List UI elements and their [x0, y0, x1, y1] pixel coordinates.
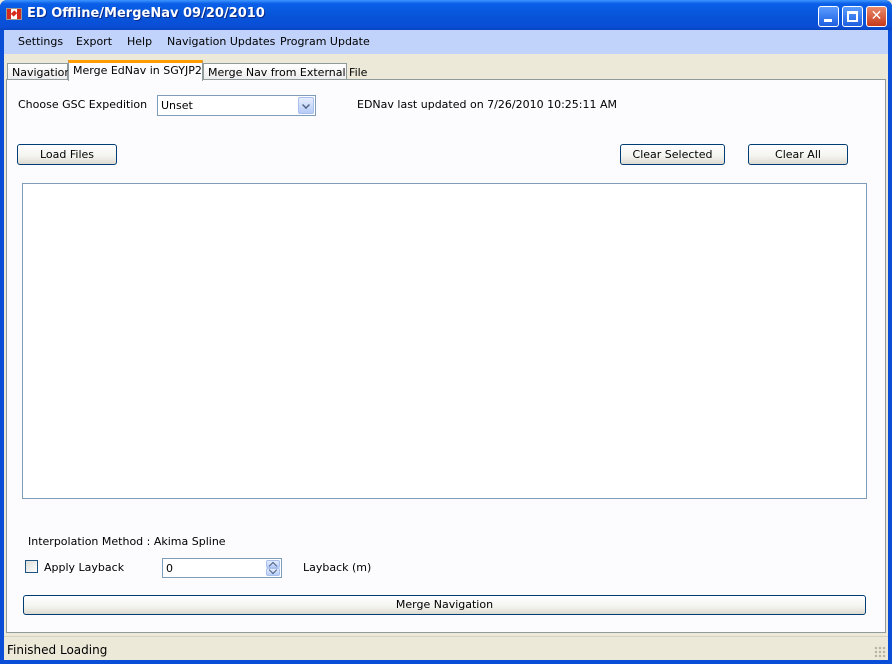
- maximize-button[interactable]: [842, 6, 863, 27]
- status-text: Finished Loading: [7, 643, 108, 657]
- client-area: Settings Export Help Navigation Updates …: [4, 30, 888, 660]
- title-bar[interactable]: ED Offline/MergeNav 09/20/2010 ✕: [0, 0, 892, 30]
- chevron-down-icon: [302, 101, 310, 109]
- load-files-button[interactable]: Load Files: [17, 144, 117, 165]
- app-window: ED Offline/MergeNav 09/20/2010 ✕ Setting…: [0, 0, 892, 664]
- ednav-updated-text: EDNav last updated on 7/26/2010 10:25:11…: [357, 98, 617, 111]
- tab-merge-external[interactable]: Merge Nav from External File: [203, 63, 367, 80]
- layback-input[interactable]: 0: [162, 558, 282, 578]
- menu-export[interactable]: Export: [76, 35, 112, 48]
- expedition-select-value: Unset: [161, 99, 193, 112]
- minimize-button[interactable]: [818, 6, 839, 27]
- apply-layback-label[interactable]: Apply Layback: [44, 561, 124, 574]
- status-bar: Finished Loading: [4, 636, 888, 660]
- apply-layback-checkbox[interactable]: [25, 560, 38, 573]
- menu-navigation-updates[interactable]: Navigation Updates: [167, 35, 275, 48]
- tab-merge-ednav[interactable]: Merge EdNav in SGYJP2: [68, 60, 203, 81]
- resize-grip-icon[interactable]: [874, 646, 886, 658]
- layback-value: 0: [166, 562, 173, 575]
- expedition-select[interactable]: Unset: [157, 95, 316, 116]
- menu-program-update[interactable]: Program Update: [280, 35, 370, 48]
- close-button[interactable]: ✕: [866, 6, 887, 27]
- files-list[interactable]: [22, 183, 867, 499]
- tab-navigation[interactable]: Navigation: [7, 63, 71, 80]
- menu-help[interactable]: Help: [127, 35, 152, 48]
- spin-down-icon[interactable]: [266, 568, 280, 576]
- menu-bar: Settings Export Help Navigation Updates …: [4, 30, 888, 54]
- tab-strip: Navigation Merge EdNav in SGYJP2 Merge N…: [4, 58, 888, 81]
- menu-settings[interactable]: Settings: [18, 35, 63, 48]
- interpolation-method-label: Interpolation Method : Akima Spline: [28, 535, 226, 548]
- close-icon: ✕: [870, 8, 883, 24]
- canada-flag-icon[interactable]: [6, 8, 22, 20]
- expedition-label: Choose GSC Expedition: [18, 98, 148, 111]
- clear-selected-button[interactable]: Clear Selected: [620, 144, 725, 165]
- maximize-icon: [847, 11, 858, 22]
- merge-navigation-button[interactable]: Merge Navigation: [23, 595, 866, 615]
- clear-all-button[interactable]: Clear All: [748, 144, 848, 165]
- minimize-icon: [824, 19, 832, 22]
- merge-ednav-panel: Choose GSC Expedition Unset EDNav last u…: [6, 79, 886, 633]
- dropdown-button[interactable]: [298, 97, 314, 114]
- window-title: ED Offline/MergeNav 09/20/2010: [27, 6, 265, 21]
- layback-unit-label: Layback (m): [303, 561, 372, 574]
